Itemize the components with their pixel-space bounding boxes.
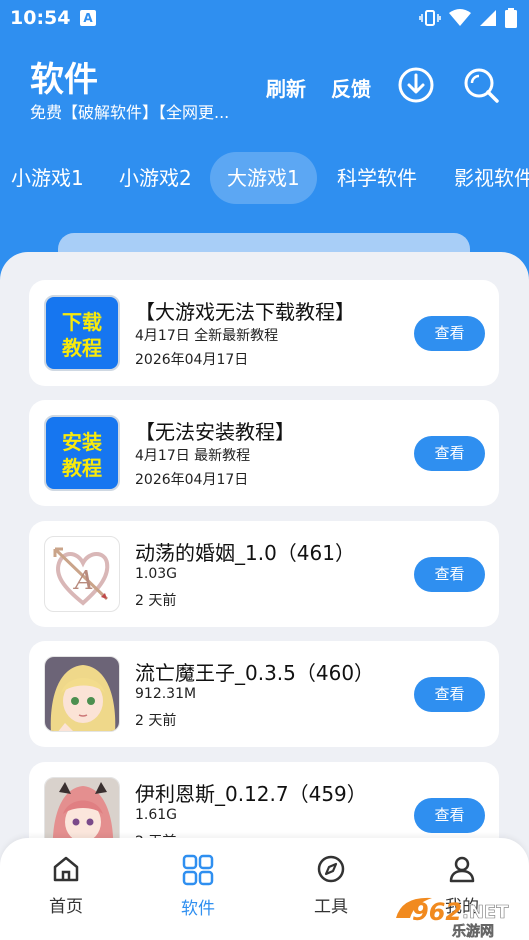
grid-icon xyxy=(182,854,214,886)
svg-text:A: A xyxy=(73,566,94,596)
search-icon[interactable] xyxy=(462,66,500,104)
item-size: 1.03G xyxy=(135,566,178,582)
watermark-suffix: .NET xyxy=(462,902,509,923)
anime-girl-blonde-icon xyxy=(44,656,120,732)
page-title: 软件 xyxy=(30,60,98,100)
item-title: 【大游戏无法下载教程】 xyxy=(135,300,355,324)
thumb-text: 下载 教程 xyxy=(62,310,102,360)
thumb-text: 安装 教程 xyxy=(62,430,102,480)
nav-home[interactable]: 首页 xyxy=(26,854,106,917)
nav-tools[interactable]: 工具 xyxy=(291,854,371,917)
item-size: 912.31M xyxy=(135,686,197,702)
item-date: 2026年04月17日 xyxy=(135,472,249,488)
tab-science-software[interactable]: 科学软件 xyxy=(320,152,434,204)
install-tutorial-thumb: 安装 教程 xyxy=(44,415,120,491)
tab-big-game-1[interactable]: 大游戏1 xyxy=(210,152,317,204)
nav-tools-label: 工具 xyxy=(314,897,348,917)
item-title: 伊利恩斯_0.12.7（459） xyxy=(135,782,367,806)
home-icon xyxy=(53,856,79,882)
item-size: 1.61G xyxy=(135,807,178,823)
item-desc: 4月17日 全新最新教程 xyxy=(135,328,279,344)
item-desc: 4月17日 最新教程 xyxy=(135,448,251,464)
tab-small-game-1[interactable]: 小游戏1 xyxy=(0,152,101,204)
wifi-icon xyxy=(449,9,471,26)
item-title: 【无法安装教程】 xyxy=(135,420,295,444)
status-time: 10:54 xyxy=(10,7,71,29)
page-subtitle: 免费【破解软件】【全网更... xyxy=(30,103,230,122)
list-item[interactable]: 下载 教程 【大游戏无法下载教程】 4月17日 全新最新教程 2026年04月1… xyxy=(29,280,499,386)
compass-icon xyxy=(317,855,345,883)
nav-home-label: 首页 xyxy=(49,897,83,917)
list-item[interactable]: A 动荡的婚姻_1.0（461） 1.03G 2 天前 查看 xyxy=(29,521,499,627)
signal-icon xyxy=(480,10,496,26)
battery-icon xyxy=(505,8,517,28)
content-panel: 下载 教程 【大游戏无法下载教程】 4月17日 全新最新教程 2026年04月1… xyxy=(0,252,529,940)
item-title: 流亡魔王子_0.3.5（460） xyxy=(135,661,375,685)
heart-arrow-icon: A xyxy=(44,536,120,612)
item-time: 2 天前 xyxy=(135,593,177,609)
view-button[interactable]: 查看 xyxy=(414,677,485,712)
feedback-button[interactable]: 反馈 xyxy=(331,73,371,102)
view-button[interactable]: 查看 xyxy=(414,557,485,592)
notification-icon: A xyxy=(80,10,96,26)
item-title: 动荡的婚姻_1.0（461） xyxy=(135,541,355,565)
status-bar: 10:54 A xyxy=(0,0,529,36)
refresh-button[interactable]: 刷新 xyxy=(266,73,306,102)
user-icon xyxy=(449,856,475,883)
view-button[interactable]: 查看 xyxy=(414,316,485,351)
watermark-logo-text: 962 xyxy=(412,898,462,926)
nav-software[interactable]: 软件 xyxy=(158,854,238,919)
item-date: 2026年04月17日 xyxy=(135,352,249,368)
tab-video-software[interactable]: 影视软件 xyxy=(437,152,529,204)
list-item[interactable]: 流亡魔王子_0.3.5（460） 912.31M 2 天前 查看 xyxy=(29,641,499,747)
nav-software-label: 软件 xyxy=(181,899,215,919)
watermark-logo: 962 .NET 乐游网 xyxy=(396,897,509,940)
download-tutorial-thumb: 下载 教程 xyxy=(44,295,120,371)
tab-small-game-2[interactable]: 小游戏2 xyxy=(102,152,209,204)
watermark-text: 乐游网 xyxy=(452,923,494,940)
category-tabs: 小游戏1 小游戏2 大游戏1 科学软件 影视软件 xyxy=(0,152,529,204)
list-item[interactable]: 安装 教程 【无法安装教程】 4月17日 最新教程 2026年04月17日 查看 xyxy=(29,400,499,506)
download-icon[interactable] xyxy=(397,66,435,104)
item-time: 2 天前 xyxy=(135,713,177,729)
view-button[interactable]: 查看 xyxy=(414,798,485,833)
view-button[interactable]: 查看 xyxy=(414,436,485,471)
vibrate-icon xyxy=(419,10,441,26)
